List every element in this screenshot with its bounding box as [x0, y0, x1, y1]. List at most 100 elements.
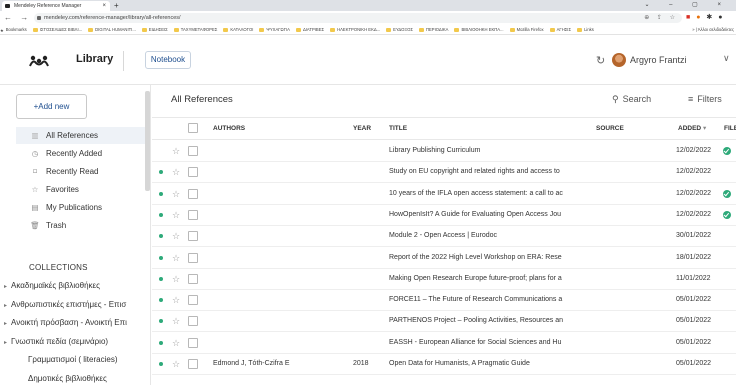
favorite-star-icon[interactable]: ☆: [172, 184, 180, 204]
sidebar-item-label: Favorites: [46, 185, 79, 194]
table-row[interactable]: ☆ EASSH - European Alliance for Social Sc…: [152, 333, 736, 354]
extension-orange-icon[interactable]: ●: [696, 14, 702, 21]
sidebar-scrollbar[interactable]: [145, 91, 150, 191]
chevron-right-icon[interactable]: ▸: [0, 315, 11, 332]
extensions-puzzle-icon[interactable]: ✱: [706, 14, 714, 21]
favorite-star-icon[interactable]: ☆: [172, 248, 180, 268]
row-checkbox[interactable]: [188, 337, 198, 348]
favorite-star-icon[interactable]: ☆: [172, 226, 180, 246]
favorite-star-icon[interactable]: ☆: [172, 354, 180, 374]
table-row[interactable]: ☆ Study on EU copyright and related right…: [152, 162, 736, 184]
sync-icon[interactable]: ↻: [596, 54, 605, 67]
user-name[interactable]: Argyro Frantzi: [630, 55, 687, 65]
new-tab-button[interactable]: +: [114, 0, 119, 11]
column-added[interactable]: ADDED ▾: [678, 118, 706, 139]
browser-tab[interactable]: Mendeley Reference Manager ×: [2, 1, 110, 11]
collection-item[interactable]: ▸ Ανοικτή πρόσβαση - Ανοικτή Επι: [0, 314, 148, 332]
column-file[interactable]: FILE: [724, 118, 736, 139]
row-checkbox[interactable]: [188, 359, 198, 369]
collection-item[interactable]: ▸ Γνωστικά πεδία (σεμινάριο): [0, 333, 148, 351]
tab-close-icon[interactable]: ×: [102, 1, 106, 11]
other-bookmarks[interactable]: » | Άλλοι σελιδοδείκτες: [688, 25, 734, 34]
bookmark-item[interactable]: DIGITAL HUMANITI...: [88, 25, 136, 34]
file-attached-icon[interactable]: [723, 147, 731, 155]
collection-item[interactable]: Γραμματισμοί ( literacies): [0, 351, 148, 369]
table-row[interactable]: ☆ Edmond J, Tóth-Czifra E 2018 Open Data fo…: [152, 354, 736, 375]
chevron-right-icon[interactable]: ▸: [0, 278, 11, 295]
chevron-right-icon[interactable]: ▸: [0, 297, 11, 314]
bookmark-item[interactable]: Mozilla Firefox: [510, 25, 544, 34]
bookmark-item[interactable]: ΙΣΤΟΣΕΛΙΔΕΣ ΒΙΒΛΙ...: [33, 25, 82, 34]
bookmark-item[interactable]: Bookmarks: [0, 25, 27, 34]
favorite-star-icon[interactable]: ☆: [172, 205, 180, 225]
bookmark-item[interactable]: ΤΑΧΥΜΕΤΑΦΟΡΕΣ: [174, 25, 218, 34]
extension-icons[interactable]: ■ ● ✱ ●: [686, 13, 724, 23]
omnibox-icons[interactable]: ⊕ ⇪ ☆: [644, 13, 678, 23]
column-source[interactable]: SOURCE: [596, 118, 624, 139]
favorite-star-icon[interactable]: ☆: [172, 162, 180, 182]
table-header: AUTHORS YEAR TITLE SOURCE ADDED ▾ FILE: [152, 117, 736, 140]
bookmark-item[interactable]: ΒΙΒΛΙΟΘΗΚΗ ΕΚΠΑ...: [454, 25, 503, 34]
column-year[interactable]: YEAR: [353, 118, 371, 139]
bookmark-item[interactable]: ΨΥΧΑΓΩΓΙΑ: [259, 25, 290, 34]
file-attached-icon[interactable]: [723, 210, 731, 219]
favorite-star-icon[interactable]: ☆: [172, 290, 180, 310]
row-checkbox[interactable]: [188, 167, 198, 178]
table-row[interactable]: ☆ Making Open Research Europe future-proo…: [152, 269, 736, 290]
column-added-label: ADDED: [678, 125, 702, 132]
sidebar-item-trash[interactable]: 🗑 Trash: [16, 217, 145, 234]
notebook-button[interactable]: Notebook: [145, 51, 191, 69]
bookmark-item[interactable]: ΗΛΕΚΤΡΟΝΙΚΗ ΕΚΔ...: [330, 25, 380, 34]
row-checkbox[interactable]: [188, 295, 198, 306]
favorite-star-icon[interactable]: ☆: [172, 333, 180, 353]
column-authors[interactable]: AUTHORS: [213, 118, 245, 139]
row-checkbox[interactable]: [188, 209, 198, 220]
row-checkbox[interactable]: [188, 146, 198, 156]
window-controls[interactable]: ⌄ – ▢ ×: [644, 0, 730, 10]
chevron-down-icon[interactable]: ∨: [723, 53, 730, 64]
title-cell: Making Open Research Europe future-proof…: [389, 274, 562, 282]
collection-item[interactable]: ▸ Ανθρωπιστικές επιστήμες - Επισ: [0, 296, 148, 314]
extension-red-icon[interactable]: ■: [686, 14, 692, 21]
row-checkbox[interactable]: [188, 273, 198, 284]
mendeley-logo-icon[interactable]: [29, 55, 49, 67]
row-checkbox[interactable]: [188, 231, 198, 242]
sidebar-item-recently-added[interactable]: ◷ Recently Added: [16, 145, 145, 162]
column-title[interactable]: TITLE: [389, 118, 407, 139]
sidebar-item-recently-read[interactable]: ⌑ Recently Read: [16, 163, 145, 180]
url-input[interactable]: mendeley.com/reference-manager/library/a…: [34, 13, 682, 23]
table-row[interactable]: ☆ Library Publishing Curriculum 12/02/2022: [152, 141, 736, 162]
bookmark-item[interactable]: ΔΙΑΤΡΙΒΕΣ: [296, 25, 324, 34]
bookmark-item[interactable]: ΑΓΗΣΙΣ: [550, 25, 571, 34]
chevron-right-icon[interactable]: ▸: [0, 334, 11, 351]
bookmark-item[interactable]: ΚΑΤΑΛΟΓΟΙ: [223, 25, 253, 34]
file-attached-icon[interactable]: [723, 189, 731, 198]
sidebar-item-my-publications[interactable]: ▤ My Publications: [16, 199, 145, 216]
search-button[interactable]: ⚲ Search: [612, 94, 651, 105]
avatar[interactable]: [612, 53, 626, 67]
table-row[interactable]: ☆ FORCE11 – The Future of Research Commun…: [152, 290, 736, 312]
row-checkbox[interactable]: [188, 188, 198, 199]
search-icon: ⚲: [612, 94, 619, 104]
bookmark-item[interactable]: ΕΥΔΟΞΟΣ: [386, 25, 413, 34]
collection-item[interactable]: ▸ Ακαδημαϊκές βιβλιοθήκες: [0, 277, 148, 295]
table-row[interactable]: ☆ HowOpenIsIt? A Guide for Evaluating Ope…: [152, 205, 736, 226]
favorite-star-icon[interactable]: ☆: [172, 141, 180, 161]
filters-button[interactable]: ≡ Filters: [688, 94, 722, 104]
profile-icon[interactable]: ●: [718, 14, 724, 21]
bookmark-item[interactable]: ΠΕΡΙΟΔΙΚΑ: [419, 25, 449, 34]
row-checkbox[interactable]: [188, 316, 198, 327]
bookmark-item[interactable]: ΕΙΔΗΣΕΙΣ: [142, 25, 168, 34]
favorite-star-icon[interactable]: ☆: [172, 311, 180, 331]
row-checkbox[interactable]: [188, 252, 198, 263]
table-row[interactable]: ☆ Module 2 - Open Access | Eurodoc 30/01/2…: [152, 226, 736, 248]
table-row[interactable]: ☆ Report of the 2022 High Level Workshop …: [152, 248, 736, 269]
table-row[interactable]: ☆ PARTHENOS Project – Pooling Activities,…: [152, 311, 736, 333]
sidebar-item-favorites[interactable]: ☆ Favorites: [16, 181, 145, 198]
sidebar-item-all-references[interactable]: ▥ All References: [16, 127, 145, 144]
bookmark-item[interactable]: Links: [577, 25, 594, 34]
add-new-button[interactable]: +Add new: [16, 94, 87, 119]
table-row[interactable]: ☆ 10 years of the IFLA open access statem…: [152, 184, 736, 205]
favorite-star-icon[interactable]: ☆: [172, 269, 180, 289]
select-all-checkbox[interactable]: [188, 123, 198, 133]
